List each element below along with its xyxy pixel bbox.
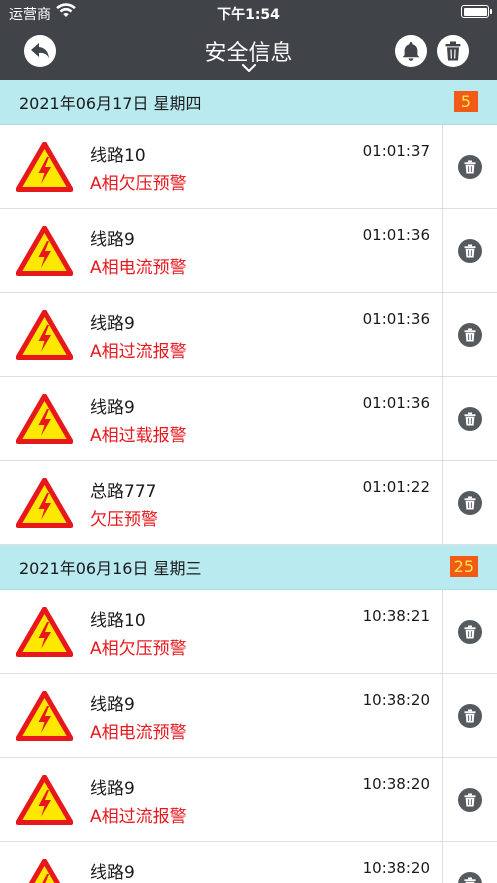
alarm-text: A相过流报警 (90, 342, 187, 362)
battery-icon (461, 5, 492, 18)
high-voltage-warning-icon (28, 859, 61, 883)
delete-button[interactable] (458, 155, 482, 179)
alarm-text: A相欠压预警 (90, 639, 187, 659)
alarm-row[interactable]: 线路9 A相电流预警 01:01:36 (0, 209, 443, 292)
list-item: 线路9 A相电流预警 10:38:20 (0, 674, 497, 758)
line-name: 线路9 (90, 314, 135, 334)
nav-bar: 运营商 下午1:54 安全信息 (0, 0, 497, 80)
day-date: 2021年06月17日 星期四 (19, 94, 202, 113)
high-voltage-warning-icon (16, 226, 73, 276)
delete-button[interactable] (458, 788, 482, 812)
high-voltage-warning-icon (16, 310, 73, 360)
alarm-settings-button[interactable] (395, 35, 427, 67)
list-item: 总路777 欠压预警 01:01:22 (0, 461, 497, 545)
delete-button[interactable] (458, 872, 482, 883)
bell-icon (402, 42, 420, 61)
alarm-row[interactable]: 线路9 10:38:20 (0, 842, 443, 883)
list-item: 线路9 A相过载报警 01:01:36 (0, 377, 497, 461)
trash-icon (464, 793, 476, 807)
day-header: 2021年06月16日 星期三 25 (0, 545, 497, 590)
line-name: 线路10 (90, 146, 146, 166)
alarm-row[interactable]: 线路9 A相过载报警 01:01:36 (0, 377, 443, 460)
alarm-time: 01:01:36 (362, 394, 430, 412)
trash-icon (464, 496, 476, 510)
alarm-time: 10:38:20 (362, 859, 430, 877)
alarm-row[interactable]: 总路777 欠压预警 01:01:22 (0, 461, 443, 544)
line-name: 线路9 (90, 230, 135, 250)
alarm-time: 10:38:21 (362, 607, 430, 625)
delete-button[interactable] (458, 620, 482, 644)
day-date: 2021年06月16日 星期三 (19, 559, 202, 578)
trash-icon (464, 709, 476, 723)
alarm-row[interactable]: 线路9 A相过流报警 01:01:36 (0, 293, 443, 376)
trash-icon (445, 41, 461, 61)
high-voltage-warning-icon (16, 142, 73, 192)
list-item: 线路10 A相欠压预警 01:01:37 (0, 125, 497, 209)
alarm-time: 10:38:20 (362, 775, 430, 793)
line-name: 线路9 (90, 779, 135, 799)
alarm-row[interactable]: 线路10 A相欠压预警 01:01:37 (0, 125, 443, 208)
delete-button[interactable] (458, 491, 482, 515)
line-name: 线路10 (90, 611, 146, 631)
line-name: 线路9 (90, 398, 135, 418)
alarm-text: A相欠压预警 (90, 174, 187, 194)
list-item: 线路9 A相过流报警 01:01:36 (0, 293, 497, 377)
alarm-row[interactable]: 线路9 A相过流报警 10:38:20 (0, 758, 443, 841)
trash-icon (464, 160, 476, 174)
line-name: 总路777 (90, 482, 157, 502)
alarm-row[interactable]: 线路10 A相欠压预警 10:38:21 (0, 590, 443, 673)
list-item: 线路10 A相欠压预警 10:38:21 (0, 590, 497, 674)
delete-button[interactable] (458, 323, 482, 347)
line-name: 线路9 (90, 863, 135, 883)
day-header: 2021年06月17日 星期四 5 (0, 80, 497, 125)
list-item: 线路9 A相过流报警 10:38:20 (0, 758, 497, 842)
delete-button[interactable] (458, 239, 482, 263)
delete-button[interactable] (458, 704, 482, 728)
alarm-text: A相电流预警 (90, 258, 187, 278)
alarm-text: A相过流报警 (90, 807, 187, 827)
alarm-time: 01:01:37 (362, 142, 430, 160)
count-badge: 25 (449, 556, 478, 577)
status-bar: 运营商 下午1:54 (0, 0, 497, 26)
alarm-time: 01:01:36 (362, 226, 430, 244)
trash-icon (464, 625, 476, 639)
alarm-text: A相电流预警 (90, 723, 187, 743)
clear-all-button[interactable] (437, 35, 469, 67)
trash-icon (464, 328, 476, 342)
line-name: 线路9 (90, 695, 135, 715)
high-voltage-warning-icon (16, 691, 73, 741)
trash-icon (464, 244, 476, 258)
list-item: 线路9 10:38:20 (0, 842, 497, 883)
alarm-time: 10:38:20 (362, 691, 430, 709)
high-voltage-warning-icon (16, 607, 73, 657)
high-voltage-warning-icon (16, 478, 73, 528)
high-voltage-warning-icon (16, 775, 73, 825)
alarm-text: 欠压预警 (90, 510, 158, 530)
trash-icon (464, 877, 476, 883)
alarm-time: 01:01:22 (362, 478, 430, 496)
list-item: 线路9 A相电流预警 01:01:36 (0, 209, 497, 293)
alarm-time: 01:01:36 (362, 310, 430, 328)
trash-icon (464, 412, 476, 426)
clock: 下午1:54 (217, 7, 280, 23)
alarm-list[interactable]: 2021年06月17日 星期四 5 线路10 A相欠压预警 01:01:37 线… (0, 80, 497, 883)
high-voltage-warning-icon (16, 394, 73, 444)
chevron-down-icon[interactable] (242, 64, 256, 72)
alarm-row[interactable]: 线路9 A相电流预警 10:38:20 (0, 674, 443, 757)
delete-button[interactable] (458, 407, 482, 431)
count-badge: 5 (454, 91, 478, 112)
alarm-text: A相过载报警 (90, 426, 187, 446)
